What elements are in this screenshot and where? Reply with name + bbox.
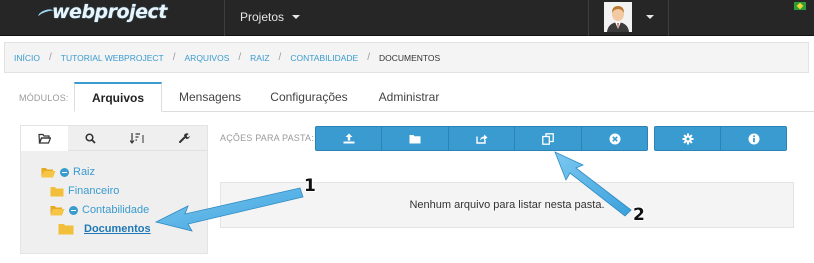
folder-tree: Raiz Financeiro Contabilidade Documentos — [21, 151, 207, 253]
projects-menu-label: Projetos — [240, 10, 285, 24]
breadcrumb-item-arquivos[interactable]: ARQUIVOS — [185, 53, 230, 63]
breadcrumb-item-contabilidade[interactable]: CONTABILIDADE — [290, 53, 358, 63]
folder-icon — [50, 186, 64, 196]
gear-icon — [682, 133, 693, 144]
callout-number-1: 1 — [304, 176, 316, 196]
folder-icon — [58, 224, 74, 235]
folder-icon — [409, 134, 421, 143]
info-button[interactable] — [721, 126, 787, 151]
navbar-divider — [224, 0, 225, 36]
tab-label: Administrar — [378, 90, 440, 104]
language-flag-icon[interactable] — [794, 2, 806, 10]
callout-number-2: 2 — [633, 205, 645, 225]
breadcrumb-separator: / — [238, 52, 242, 63]
folder-tree-panel: Raiz Financeiro Contabilidade Documentos — [20, 125, 208, 254]
tool-tab-settings[interactable] — [160, 126, 207, 151]
navbar-divider — [668, 0, 669, 36]
logo-text: webproject — [52, 1, 167, 23]
breadcrumb-current: DOCUMENTOS — [378, 52, 441, 63]
tree-item-raiz[interactable]: Raiz — [41, 166, 95, 178]
user-menu[interactable] — [604, 2, 654, 32]
share-button[interactable] — [449, 126, 515, 151]
folder-open-icon — [41, 167, 56, 177]
settings-button[interactable] — [654, 126, 721, 151]
breadcrumb-separator: / — [48, 52, 52, 63]
page: webproject Projetos INÍCIO / TUTORIAL WE… — [0, 0, 814, 263]
upload-button[interactable] — [315, 126, 382, 151]
upload-icon — [343, 133, 354, 144]
close-circle-icon — [609, 133, 620, 144]
delete-button[interactable] — [582, 126, 648, 151]
tree-item-label: Raiz — [73, 166, 96, 178]
folder-actions-group — [315, 126, 648, 151]
collapse-icon[interactable] — [60, 167, 69, 177]
copy-icon — [542, 132, 554, 145]
panel-tool-tabs — [21, 126, 207, 151]
copy-button[interactable] — [515, 126, 582, 151]
module-tabs: MÓDULOS: Arquivos Mensagens Configuraçõe… — [0, 82, 814, 112]
tab-label: Mensagens — [178, 90, 242, 104]
tree-item-label: Contabilidade — [82, 204, 150, 216]
avatar — [604, 2, 632, 32]
folder-open-icon — [38, 133, 51, 144]
tree-item-label: Documentos — [84, 223, 151, 235]
modules-label: MÓDULOS: — [19, 93, 69, 103]
tab-label: Arquivos — [91, 90, 144, 105]
tab-label: Configurações — [270, 90, 348, 104]
breadcrumb-separator: / — [172, 52, 176, 63]
breadcrumb-item-inicio[interactable]: INÍCIO — [14, 53, 40, 63]
projects-menu[interactable]: Projetos — [240, 10, 301, 24]
folder-actions-label: AÇÕES PARA PASTA: — [220, 133, 314, 143]
breadcrumb-item-tutorial[interactable]: TUTORIAL WEBPROJECT — [61, 53, 164, 63]
tool-tab-search[interactable] — [67, 126, 114, 151]
tab-configuracoes[interactable]: Configurações — [254, 82, 364, 112]
navbar-divider — [588, 0, 589, 36]
empty-message: Nenhum arquivo para listar nesta pasta. — [409, 199, 605, 211]
sort-icon — [130, 133, 144, 144]
chevron-down-icon — [646, 15, 654, 19]
tree-item-documentos[interactable]: Documentos — [58, 223, 151, 235]
breadcrumb-separator: / — [278, 52, 282, 63]
share-icon — [475, 134, 487, 144]
tab-arquivos[interactable]: Arquivos — [74, 82, 162, 112]
app-logo[interactable]: webproject — [37, 1, 167, 23]
breadcrumb-separator: / — [367, 52, 370, 63]
tree-item-financeiro[interactable]: Financeiro — [50, 185, 119, 197]
top-navbar: webproject Projetos — [0, 0, 814, 36]
wrench-icon — [178, 133, 190, 143]
tree-item-contabilidade[interactable]: Contabilidade — [50, 204, 149, 216]
chevron-down-icon — [292, 15, 301, 19]
breadcrumb: INÍCIO / TUTORIAL WEBPROJECT / ARQUIVOS … — [4, 42, 809, 73]
tab-mensagens[interactable]: Mensagens — [166, 82, 254, 112]
tool-tab-sort[interactable] — [114, 126, 161, 151]
collapse-icon[interactable] — [69, 205, 78, 215]
tree-item-label: Financeiro — [68, 185, 120, 197]
tool-tab-folders[interactable] — [21, 126, 68, 151]
tab-administrar[interactable]: Administrar — [364, 82, 454, 112]
search-icon — [85, 132, 96, 144]
info-icon — [748, 133, 759, 144]
folder-settings-group — [654, 126, 787, 151]
folder-open-icon — [50, 205, 65, 215]
new-folder-button[interactable] — [382, 126, 449, 151]
breadcrumb-item-raiz[interactable]: RAIZ — [250, 53, 269, 63]
